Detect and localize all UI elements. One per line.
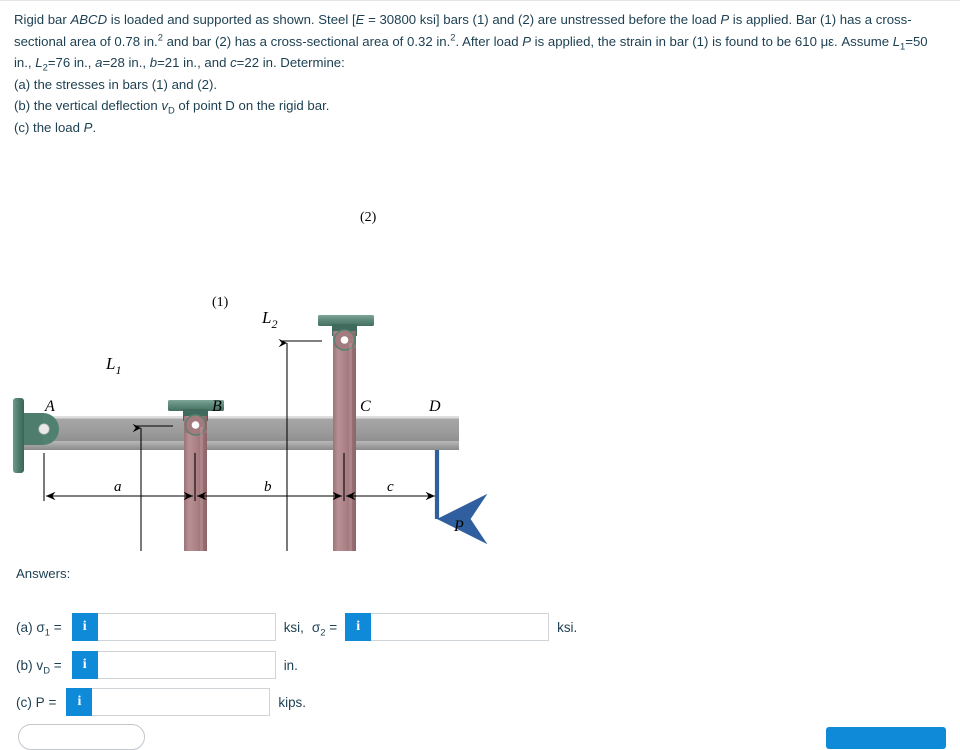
stmt-part: and bar (2) has a cross-sectional area o… [162, 33, 451, 49]
label-L2: L2 [261, 308, 277, 331]
stmt-part: =28 in., [102, 55, 150, 70]
stmt-abcd: ABCD [70, 12, 108, 27]
stmt-part: = 30800 ksi] bars (1) and (2) are unstre… [364, 12, 721, 27]
part-b-v: v [161, 98, 168, 113]
stmt-part: is applied, the strain in bar (1) is fou… [531, 33, 893, 49]
label-point-A: A [44, 398, 55, 415]
stmt-part: is loaded and supported as shown. Steel … [107, 12, 356, 27]
label-L1: L1 [105, 354, 121, 377]
label-dim-b: b [264, 479, 272, 495]
label-dim-c: c [387, 479, 394, 495]
answer-row-b: (b) vD = i in. [16, 651, 298, 679]
part-b-sub: D [167, 104, 175, 116]
stmt-L1: L [892, 33, 901, 49]
problem-body: Rigid bar ABCD is loaded and supported a… [14, 9, 946, 74]
answer-field-sigma2: i [345, 613, 550, 641]
part-b-post: of point D on the rigid bar. [174, 98, 330, 113]
info-icon[interactable]: i [66, 688, 93, 716]
answer-label-sigma2: σ2 = [311, 619, 338, 638]
problem-page: Rigid bar ABCD is loaded and supported a… [0, 0, 960, 750]
stmt-P: P [720, 12, 730, 27]
rigid-beam [22, 416, 459, 450]
part-b-pre: (b) the vertical deflection [14, 98, 162, 113]
P-input[interactable] [92, 688, 271, 716]
submit-answer-button[interactable] [826, 727, 946, 749]
label-point-B: B [212, 398, 222, 415]
sigma2-input[interactable] [371, 613, 550, 641]
answer-field-vD: i [71, 651, 276, 679]
info-icon[interactable]: i [71, 651, 98, 679]
problem-statement: Rigid bar ABCD is loaded and supported a… [14, 9, 946, 138]
answer-label-vD: (b) vD = [16, 657, 62, 676]
answer-row-a: (a) σ1 = i ksi, σ2 = i ksi. [16, 613, 577, 641]
vD-input[interactable] [97, 651, 276, 679]
answer-label-P: (c) P = [16, 694, 57, 710]
answer-label-sigma1: (a) σ1 = [16, 619, 62, 638]
part-c-post: . [92, 119, 97, 135]
problem-part-c: (c) the load P. [14, 117, 946, 139]
dimension-row [43, 451, 438, 501]
label-bar-2: (2) [360, 210, 377, 225]
info-icon[interactable]: i [345, 613, 372, 641]
answer-row-c: (c) P = i kips. [16, 688, 306, 716]
stmt-part: =21 in., and [157, 55, 231, 70]
label-bar-1: (1) [212, 295, 229, 310]
stmt-part: =76 in., [47, 55, 96, 70]
unit-kips: kips. [278, 694, 306, 710]
stmt-part: =22 in. Determine: [236, 55, 345, 70]
unit-in: in. [283, 657, 298, 673]
stmt-L2: L [35, 55, 43, 70]
problem-part-a: (a) the stresses in bars (1) and (2). [14, 76, 218, 92]
unit-ksi-2: ksi. [557, 619, 578, 635]
stmt-part: . After load [455, 33, 523, 49]
stmt-P2: P [522, 33, 532, 49]
stmt-b: b [149, 55, 158, 70]
stmt-part: Rigid bar [14, 12, 71, 27]
figure-diagram: L1 L2 A B C D (1) (2) a b c P [0, 151, 520, 551]
part-c-pre: (c) the load [14, 119, 84, 135]
etextbook-media-button[interactable] [18, 724, 145, 750]
sigma1-input[interactable] [97, 613, 276, 641]
label-dim-a: a [114, 479, 122, 495]
answer-field-sigma1: i [71, 613, 276, 641]
label-load-P: P [453, 518, 464, 535]
unit-ksi-1: ksi, [283, 619, 304, 635]
label-point-D: D [428, 398, 441, 415]
answer-field-P: i [66, 688, 271, 716]
stmt-c: c [230, 55, 237, 70]
answers-heading: Answers: [16, 566, 71, 581]
problem-part-b: (b) the vertical deflection vD of point … [14, 95, 946, 117]
info-icon[interactable]: i [71, 613, 98, 641]
label-point-C: C [360, 398, 371, 415]
